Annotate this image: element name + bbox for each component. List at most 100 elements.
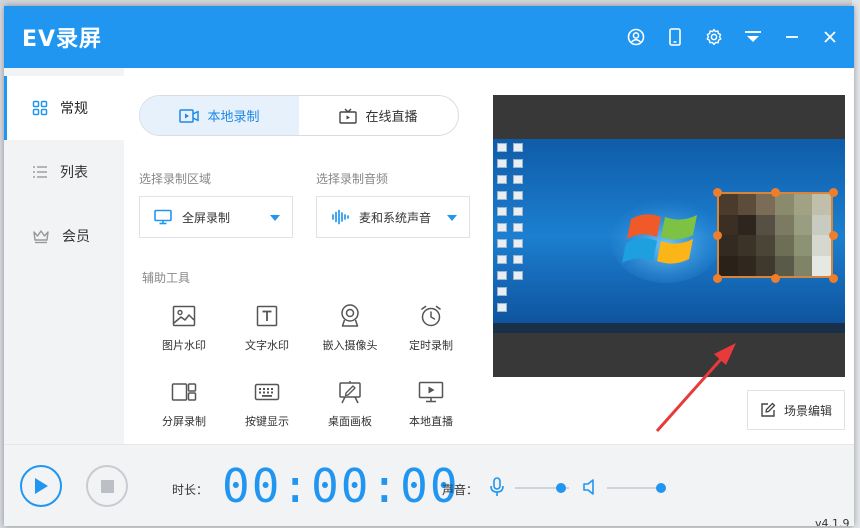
desktop-icon — [513, 239, 523, 248]
speaker-volume-handle[interactable] — [656, 483, 666, 493]
camera-pixel — [774, 194, 794, 215]
tool-embed-camera[interactable]: 嵌入摄像头 — [310, 301, 390, 361]
sidebar-item-label: 常规 — [60, 101, 88, 117]
tool-split-screen[interactable]: 分屏录制 — [144, 377, 224, 437]
waveform-icon — [332, 209, 349, 225]
resize-handle[interactable] — [713, 274, 722, 283]
user-icon[interactable] — [623, 24, 649, 50]
minimize-icon[interactable] — [779, 24, 805, 50]
bottom-bar: 时长： 00:00:00 声音： v4.1.9 — [4, 444, 854, 526]
duration-label: 时长： — [172, 483, 209, 497]
tool-label: 分屏录制 — [162, 415, 206, 428]
camera-pixel — [812, 194, 831, 215]
alarm-clock-icon — [421, 305, 441, 327]
timer-display: 00:00:00 — [222, 459, 460, 513]
tool-label: 文字水印 — [245, 339, 289, 352]
sidebar-item-list[interactable]: 列表 — [4, 140, 124, 204]
tool-text-watermark[interactable]: 文字水印 — [227, 301, 307, 361]
desktop-icon — [513, 207, 523, 216]
list-icon — [33, 166, 47, 178]
resize-handle[interactable] — [713, 188, 722, 197]
camera-pixel — [737, 255, 757, 276]
tool-image-watermark[interactable]: 图片水印 — [144, 301, 224, 361]
volume-label: 声音： — [442, 483, 479, 497]
mic-volume-handle[interactable] — [555, 483, 566, 493]
text-icon — [256, 305, 278, 327]
desktop-icon — [513, 191, 523, 200]
gear-icon[interactable] — [701, 24, 727, 50]
camera-pixel — [756, 194, 775, 215]
tab-local-record[interactable]: 本地录制 — [140, 96, 299, 135]
camera-pixel — [793, 214, 813, 235]
camera-pixel — [812, 255, 831, 276]
desktop-icon — [497, 239, 507, 248]
desktop-icon — [513, 271, 523, 280]
taskbar — [493, 323, 845, 333]
desktop-icon — [513, 143, 523, 152]
phone-icon[interactable] — [662, 24, 688, 50]
camera-pixel — [737, 194, 757, 215]
tool-label: 嵌入摄像头 — [322, 339, 378, 352]
sidebar: 常规 列表 会员 — [4, 68, 124, 444]
tool-scheduled-record[interactable]: 定时录制 — [391, 301, 471, 361]
close-icon[interactable] — [817, 24, 843, 50]
camera-pixel — [719, 255, 738, 276]
sidebar-item-general[interactable]: 常规 — [4, 76, 124, 140]
camera-pixel — [756, 214, 775, 235]
tool-desktop-board[interactable]: 桌面画板 — [310, 377, 390, 437]
tool-key-display[interactable]: 按键显示 — [227, 377, 307, 437]
camera-pixel — [812, 235, 831, 256]
speaker-icon[interactable] — [582, 478, 598, 496]
camera-pixel — [756, 235, 775, 256]
audio-label: 选择录制音频 — [316, 172, 389, 186]
desktop-icon — [497, 175, 507, 184]
chevron-down-icon — [270, 215, 280, 221]
desktop-icon — [497, 143, 507, 152]
tool-local-live[interactable]: 本地直播 — [391, 377, 471, 437]
resize-handle[interactable] — [771, 274, 780, 283]
camera-pixel — [719, 194, 738, 215]
desktop-icon — [513, 255, 523, 264]
area-select-value: 全屏录制 — [182, 210, 231, 225]
version-label: v4.1.9 — [815, 517, 850, 526]
monitor-icon — [154, 209, 172, 225]
desktop-icon — [497, 207, 507, 216]
edit-icon — [761, 402, 776, 417]
play-button[interactable] — [20, 465, 62, 507]
stop-icon — [100, 479, 114, 493]
tv-icon — [339, 108, 358, 124]
dropdown-menu-icon[interactable] — [740, 24, 766, 50]
record-icon — [179, 108, 200, 123]
play-screen-icon — [418, 381, 444, 403]
camera-overlay[interactable] — [717, 192, 833, 278]
camera-pixel — [737, 214, 757, 235]
resize-handle[interactable] — [829, 274, 838, 283]
scene-edit-label: 场景编辑 — [783, 403, 832, 418]
area-select[interactable]: 全屏录制 — [139, 196, 293, 238]
crown-icon — [33, 230, 49, 244]
camera-pixel — [812, 214, 831, 235]
tool-label: 桌面画板 — [328, 415, 372, 428]
tab-live-stream[interactable]: 在线直播 — [299, 96, 458, 135]
desktop-icon — [513, 223, 523, 232]
desktop-icon — [497, 159, 507, 168]
camera-pixel — [719, 214, 738, 235]
resize-handle[interactable] — [829, 188, 838, 197]
keyboard-icon — [254, 383, 280, 401]
audio-select[interactable]: 麦和系统声音 — [316, 196, 470, 238]
resize-handle[interactable] — [771, 188, 780, 197]
app-title: EV录屏 — [22, 27, 103, 52]
scene-edit-button[interactable]: 场景编辑 — [747, 390, 845, 430]
preview-panel — [493, 95, 845, 377]
sidebar-item-member[interactable]: 会员 — [4, 204, 124, 268]
app-window: EV录屏 常规 列表 会员 本地录制 在线直播 选择录制区域 选择录制音频 全屏… — [4, 6, 854, 526]
microphone-icon[interactable] — [489, 477, 505, 497]
tool-label: 定时录制 — [409, 339, 453, 352]
speaker-volume-slider[interactable] — [607, 487, 661, 489]
resize-handle[interactable] — [829, 231, 838, 240]
audio-select-value: 麦和系统声音 — [359, 210, 432, 225]
resize-handle[interactable] — [713, 231, 722, 240]
play-icon — [35, 478, 48, 494]
grid-icon — [32, 100, 48, 116]
stop-button[interactable] — [86, 465, 128, 507]
